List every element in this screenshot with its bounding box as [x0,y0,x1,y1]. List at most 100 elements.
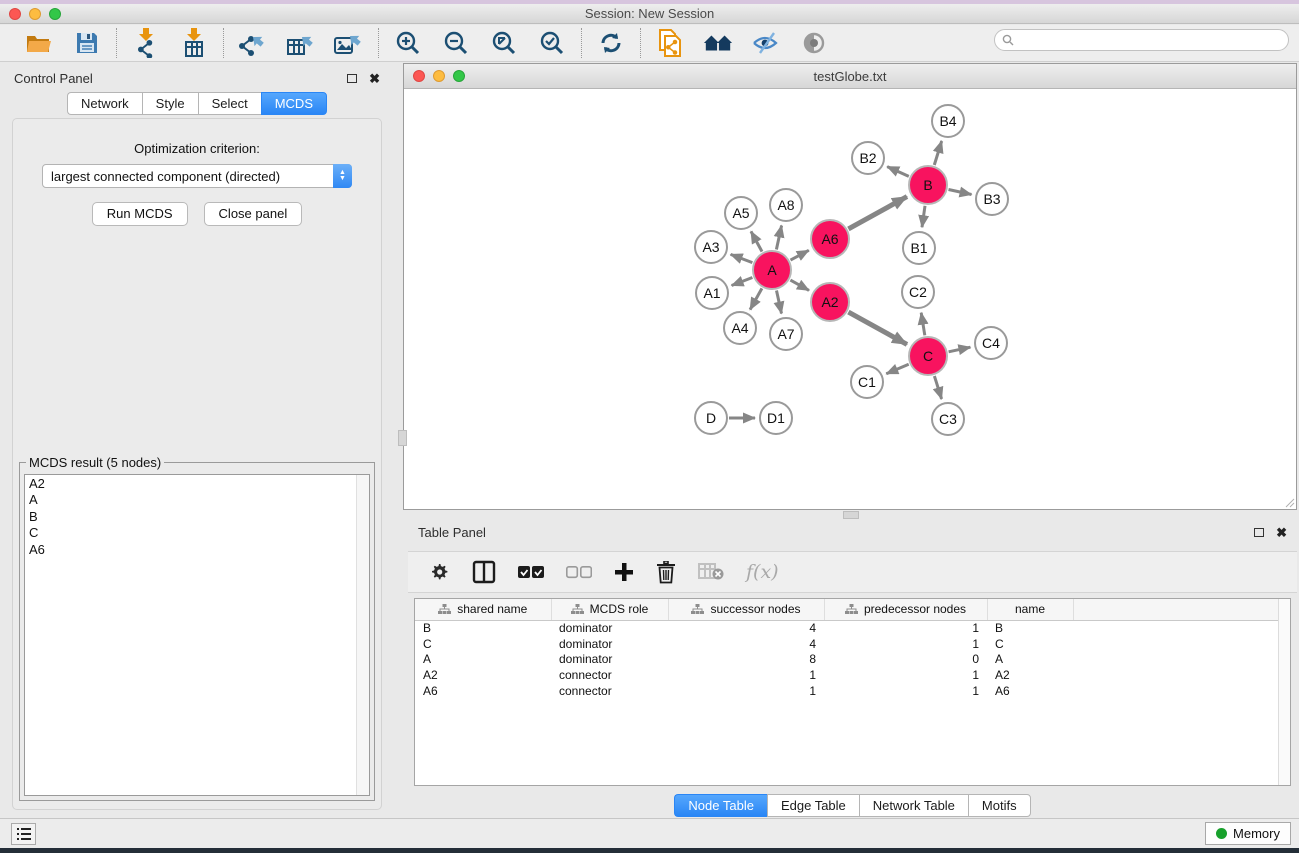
cell-predecessor-nodes[interactable]: 0 [824,651,987,667]
graph-edge-A-A3[interactable] [731,254,753,262]
cell-successor-nodes[interactable]: 4 [668,620,824,636]
cell-shared-name[interactable]: A6 [415,683,551,699]
graph-edge-C-C2[interactable] [921,313,925,336]
tab-network-table[interactable]: Network Table [859,794,968,817]
cell-shared-name[interactable]: C [415,636,551,652]
cell-shared-name[interactable]: A2 [415,667,551,683]
graph-edge-A-A8[interactable] [776,226,781,250]
cell-name[interactable]: A [987,651,1073,667]
hide-visual-icon[interactable] [751,28,781,58]
graph-node-B3[interactable]: B3 [975,182,1009,216]
cell-shared-name[interactable]: A [415,651,551,667]
graph-node-A2[interactable]: A2 [810,282,850,322]
graph-edge-A2-C[interactable] [848,312,907,344]
tab-edge-table[interactable]: Edge Table [767,794,859,817]
graph-node-A8[interactable]: A8 [769,188,803,222]
result-item[interactable]: B [25,508,369,525]
graph-node-A6[interactable]: A6 [810,219,850,259]
cell-successor-nodes[interactable]: 1 [668,683,824,699]
cell-predecessor-nodes[interactable]: 1 [824,636,987,652]
function-icon[interactable]: f(x) [746,561,779,583]
zoom-in-icon[interactable] [393,28,423,58]
graph-node-B[interactable]: B [908,165,948,205]
column-layout-icon[interactable] [472,560,496,584]
column-header-MCDS-role[interactable]: MCDS role [551,599,668,620]
table-row[interactable]: A2connector11A2 [415,667,1289,683]
import-network-icon[interactable] [131,28,161,58]
graph-node-C4[interactable]: C4 [974,326,1008,360]
run-mcds-button[interactable]: Run MCDS [92,202,188,226]
float-table-panel-icon[interactable] [1254,528,1264,537]
graph-node-C1[interactable]: C1 [850,365,884,399]
graph-edge-A-A4[interactable] [750,288,762,309]
graph-edge-A-A5[interactable] [751,231,762,251]
close-panel-icon[interactable]: ✖ [369,72,380,85]
graph-node-A5[interactable]: A5 [724,196,758,230]
graph-edge-A-A7[interactable] [777,291,782,314]
cell-successor-nodes[interactable]: 8 [668,651,824,667]
mcds-result-list[interactable]: A2ABCA6 [24,474,370,796]
zoom-fit-icon[interactable] [489,28,519,58]
cell-successor-nodes[interactable]: 1 [668,667,824,683]
graph-edge-A-A1[interactable] [732,278,753,286]
task-history-button[interactable] [11,823,36,845]
table-row[interactable]: Adominator80A [415,651,1289,667]
tab-select[interactable]: Select [198,92,261,115]
cell-name[interactable]: B [987,620,1073,636]
cell-predecessor-nodes[interactable]: 1 [824,683,987,699]
vertical-splitter-handle[interactable] [398,430,407,446]
graph-node-A[interactable]: A [752,250,792,290]
optimization-select[interactable]: largest connected component (directed) ▲… [42,164,352,188]
cell-name[interactable]: C [987,636,1073,652]
graph-node-C2[interactable]: C2 [901,275,935,309]
cell-MCDS-role[interactable]: connector [551,667,668,683]
graph-edge-B-B3[interactable] [949,190,972,195]
table-row[interactable]: Cdominator41C [415,636,1289,652]
save-icon[interactable] [72,28,102,58]
export-network-icon[interactable] [238,28,268,58]
add-icon[interactable] [614,562,634,582]
cell-successor-nodes[interactable]: 4 [668,636,824,652]
graph-node-A7[interactable]: A7 [769,317,803,351]
column-header-successor-nodes[interactable]: successor nodes [668,599,824,620]
cell-shared-name[interactable]: B [415,620,551,636]
column-header-name[interactable]: name [987,599,1073,620]
graph-node-A3[interactable]: A3 [694,230,728,264]
export-image-icon[interactable] [334,28,364,58]
column-header-predecessor-nodes[interactable]: predecessor nodes [824,599,987,620]
result-item[interactable]: C [25,525,369,542]
graph-node-B1[interactable]: B1 [902,231,936,265]
graph-node-D[interactable]: D [694,401,728,435]
open-folder-icon[interactable] [24,28,54,58]
graph-edge-A-A2[interactable] [790,280,809,290]
graph-edge-B-B1[interactable] [922,206,925,227]
graph-node-B4[interactable]: B4 [931,104,965,138]
graph-node-B2[interactable]: B2 [851,141,885,175]
table-row[interactable]: A6connector11A6 [415,683,1289,699]
graph-node-A4[interactable]: A4 [723,311,757,345]
deselect-all-icon[interactable] [566,566,592,579]
result-item[interactable]: A6 [25,541,369,558]
close-panel-button[interactable]: Close panel [204,202,303,226]
tab-style[interactable]: Style [142,92,198,115]
tab-mcds[interactable]: MCDS [261,92,327,115]
cell-MCDS-role[interactable]: dominator [551,620,668,636]
zoom-selected-icon[interactable] [537,28,567,58]
delete-table-icon[interactable] [698,563,724,581]
gear-icon[interactable] [428,561,450,583]
table-scrollbar[interactable] [1278,599,1290,785]
network-canvas[interactable]: B4B2BB3A5A8A6B1A3AC2A1A2A4A7C4CC1C3DD1 [404,89,1296,509]
cell-MCDS-role[interactable]: connector [551,683,668,699]
home-icon[interactable] [703,28,733,58]
zoom-out-icon[interactable] [441,28,471,58]
graph-edge-C-C4[interactable] [949,347,971,352]
refresh-icon[interactable] [596,28,626,58]
search-input[interactable] [1018,33,1288,47]
resize-grip-icon[interactable] [1283,496,1295,508]
result-item[interactable]: A2 [25,475,369,492]
cell-MCDS-role[interactable]: dominator [551,651,668,667]
duplicate-network-icon[interactable] [655,28,685,58]
import-table-icon[interactable] [179,28,209,58]
cell-predecessor-nodes[interactable]: 1 [824,667,987,683]
export-table-icon[interactable] [286,28,316,58]
